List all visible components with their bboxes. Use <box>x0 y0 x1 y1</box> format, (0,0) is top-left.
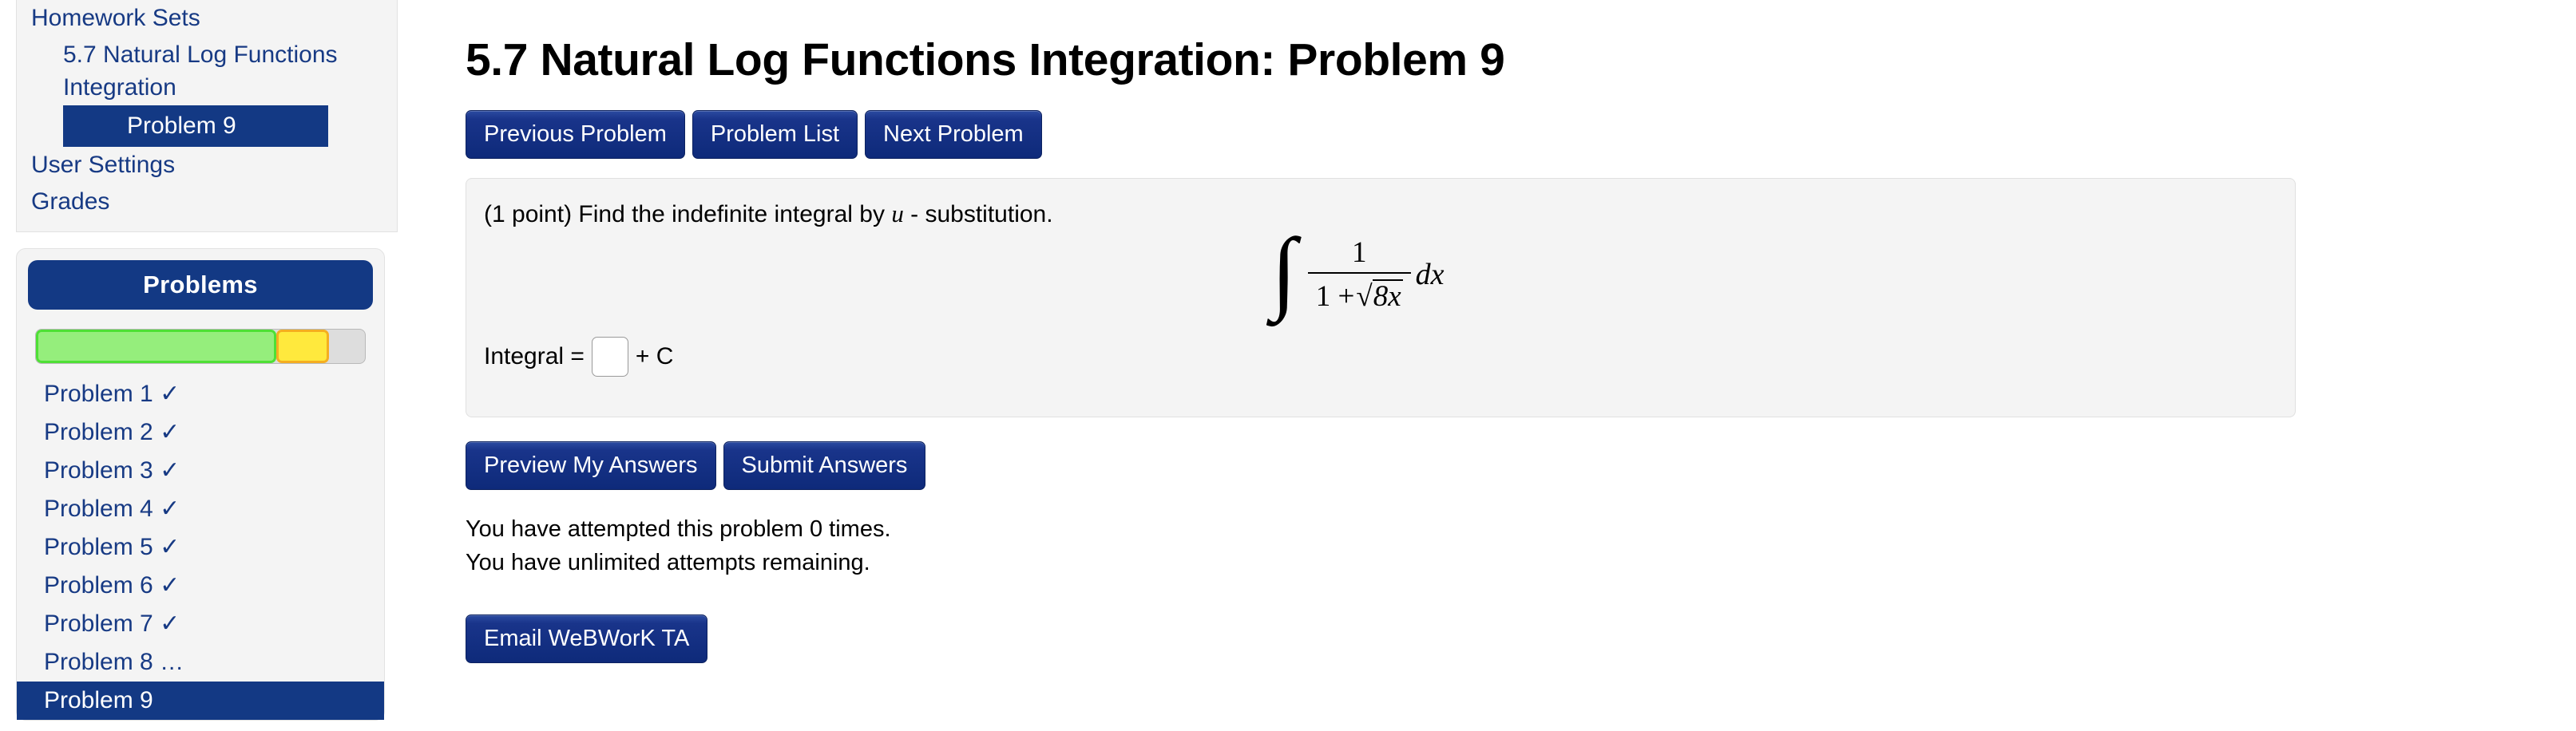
page-root: Courses Homework Sets 5.7 Natural Log Fu… <box>0 0 2576 731</box>
problem-list-button[interactable]: Problem List <box>692 110 858 159</box>
problem-statement-lead: (1 point) Find the indefinite integral b… <box>484 201 885 227</box>
problem-list-item-9[interactable]: Problem 9 <box>17 682 384 720</box>
attempts-info: You have attempted this problem 0 times.… <box>466 512 2302 579</box>
answer-input[interactable] <box>591 337 628 377</box>
problem-navigation-buttons: Previous Problem Problem List Next Probl… <box>466 110 2302 159</box>
problem-variable-u: u <box>891 200 904 227</box>
answer-label: Integral = <box>484 343 585 369</box>
integrand-fraction: 1 1 +√8x <box>1307 236 1411 313</box>
attempts-remaining-text: You have unlimited attempts remaining. <box>466 550 870 575</box>
progress-segment-remaining <box>329 330 365 363</box>
integral-sign-icon: ∫ <box>1271 220 1297 322</box>
problem-list-item-1[interactable]: Problem 1 ✓ <box>28 375 373 413</box>
fraction-numerator: 1 <box>1351 236 1367 269</box>
answer-suffix: + C <box>635 343 674 369</box>
problem-list-item-3[interactable]: Problem 3 ✓ <box>28 452 373 490</box>
problems-panel: Problems Problem 1 ✓ Problem 2 ✓ Problem… <box>16 248 385 721</box>
submit-answers-button[interactable]: Submit Answers <box>723 441 926 490</box>
differential-dx: dx <box>1415 258 1445 291</box>
progress-segment-partial <box>275 330 329 363</box>
problem-progress-bar <box>35 329 366 364</box>
problem-statement-tail: - substitution. <box>910 201 1053 227</box>
email-button-row: Email WeBWorK TA <box>466 614 2302 663</box>
page-title: 5.7 Natural Log Functions Integration: P… <box>466 34 1505 85</box>
problem-list-item-4[interactable]: Problem 4 ✓ <box>28 490 373 528</box>
problem-list-item-6[interactable]: Problem 6 ✓ <box>28 567 373 605</box>
integral-expression: ∫ 1 1 +√8x dx <box>1271 220 1445 322</box>
problem-statement: (1 point) Find the indefinite integral b… <box>484 200 2277 229</box>
site-navigation-panel: Courses Homework Sets 5.7 Natural Log Fu… <box>16 0 398 232</box>
sidebar-item-homework-sets[interactable]: Homework Sets <box>17 0 397 37</box>
problems-panel-header: Problems <box>28 260 373 310</box>
email-webwork-ta-button[interactable]: Email WeBWorK TA <box>466 614 708 663</box>
sidebar-item-problem-9[interactable]: Problem 9 <box>63 105 328 147</box>
problem-list-item-2[interactable]: Problem 2 ✓ <box>28 413 373 452</box>
sidebar-item-grades[interactable]: Grades <box>17 184 397 220</box>
sidebar: Courses Homework Sets 5.7 Natural Log Fu… <box>16 0 398 721</box>
square-root-icon: √8x <box>1356 279 1403 313</box>
problem-body-panel: (1 point) Find the indefinite integral b… <box>466 178 2296 417</box>
progress-segment-correct <box>36 330 276 363</box>
radicand: 8x <box>1372 279 1403 313</box>
attempts-count-text: You have attempted this problem 0 times. <box>466 516 891 542</box>
problem-list-item-7[interactable]: Problem 7 ✓ <box>28 605 373 643</box>
fraction-denominator: 1 +√8x <box>1307 272 1411 313</box>
problem-list: Problem 1 ✓ Problem 2 ✓ Problem 3 ✓ Prob… <box>17 375 384 720</box>
denominator-prefix: 1 + <box>1315 280 1355 313</box>
answer-action-buttons: Preview My Answers Submit Answers <box>466 441 2302 490</box>
preview-my-answers-button[interactable]: Preview My Answers <box>466 441 716 490</box>
sidebar-item-homework-set[interactable]: 5.7 Natural Log Functions Integration <box>17 37 397 105</box>
problem-list-item-5[interactable]: Problem 5 ✓ <box>28 528 373 567</box>
sidebar-item-user-settings[interactable]: User Settings <box>17 147 397 184</box>
next-problem-button[interactable]: Next Problem <box>865 110 1042 159</box>
main-content: 5.7 Natural Log Functions Integration: P… <box>466 0 2302 663</box>
problem-list-item-8[interactable]: Problem 8 … <box>28 643 373 682</box>
answer-row: Integral = + C <box>484 337 673 377</box>
previous-problem-button[interactable]: Previous Problem <box>466 110 685 159</box>
